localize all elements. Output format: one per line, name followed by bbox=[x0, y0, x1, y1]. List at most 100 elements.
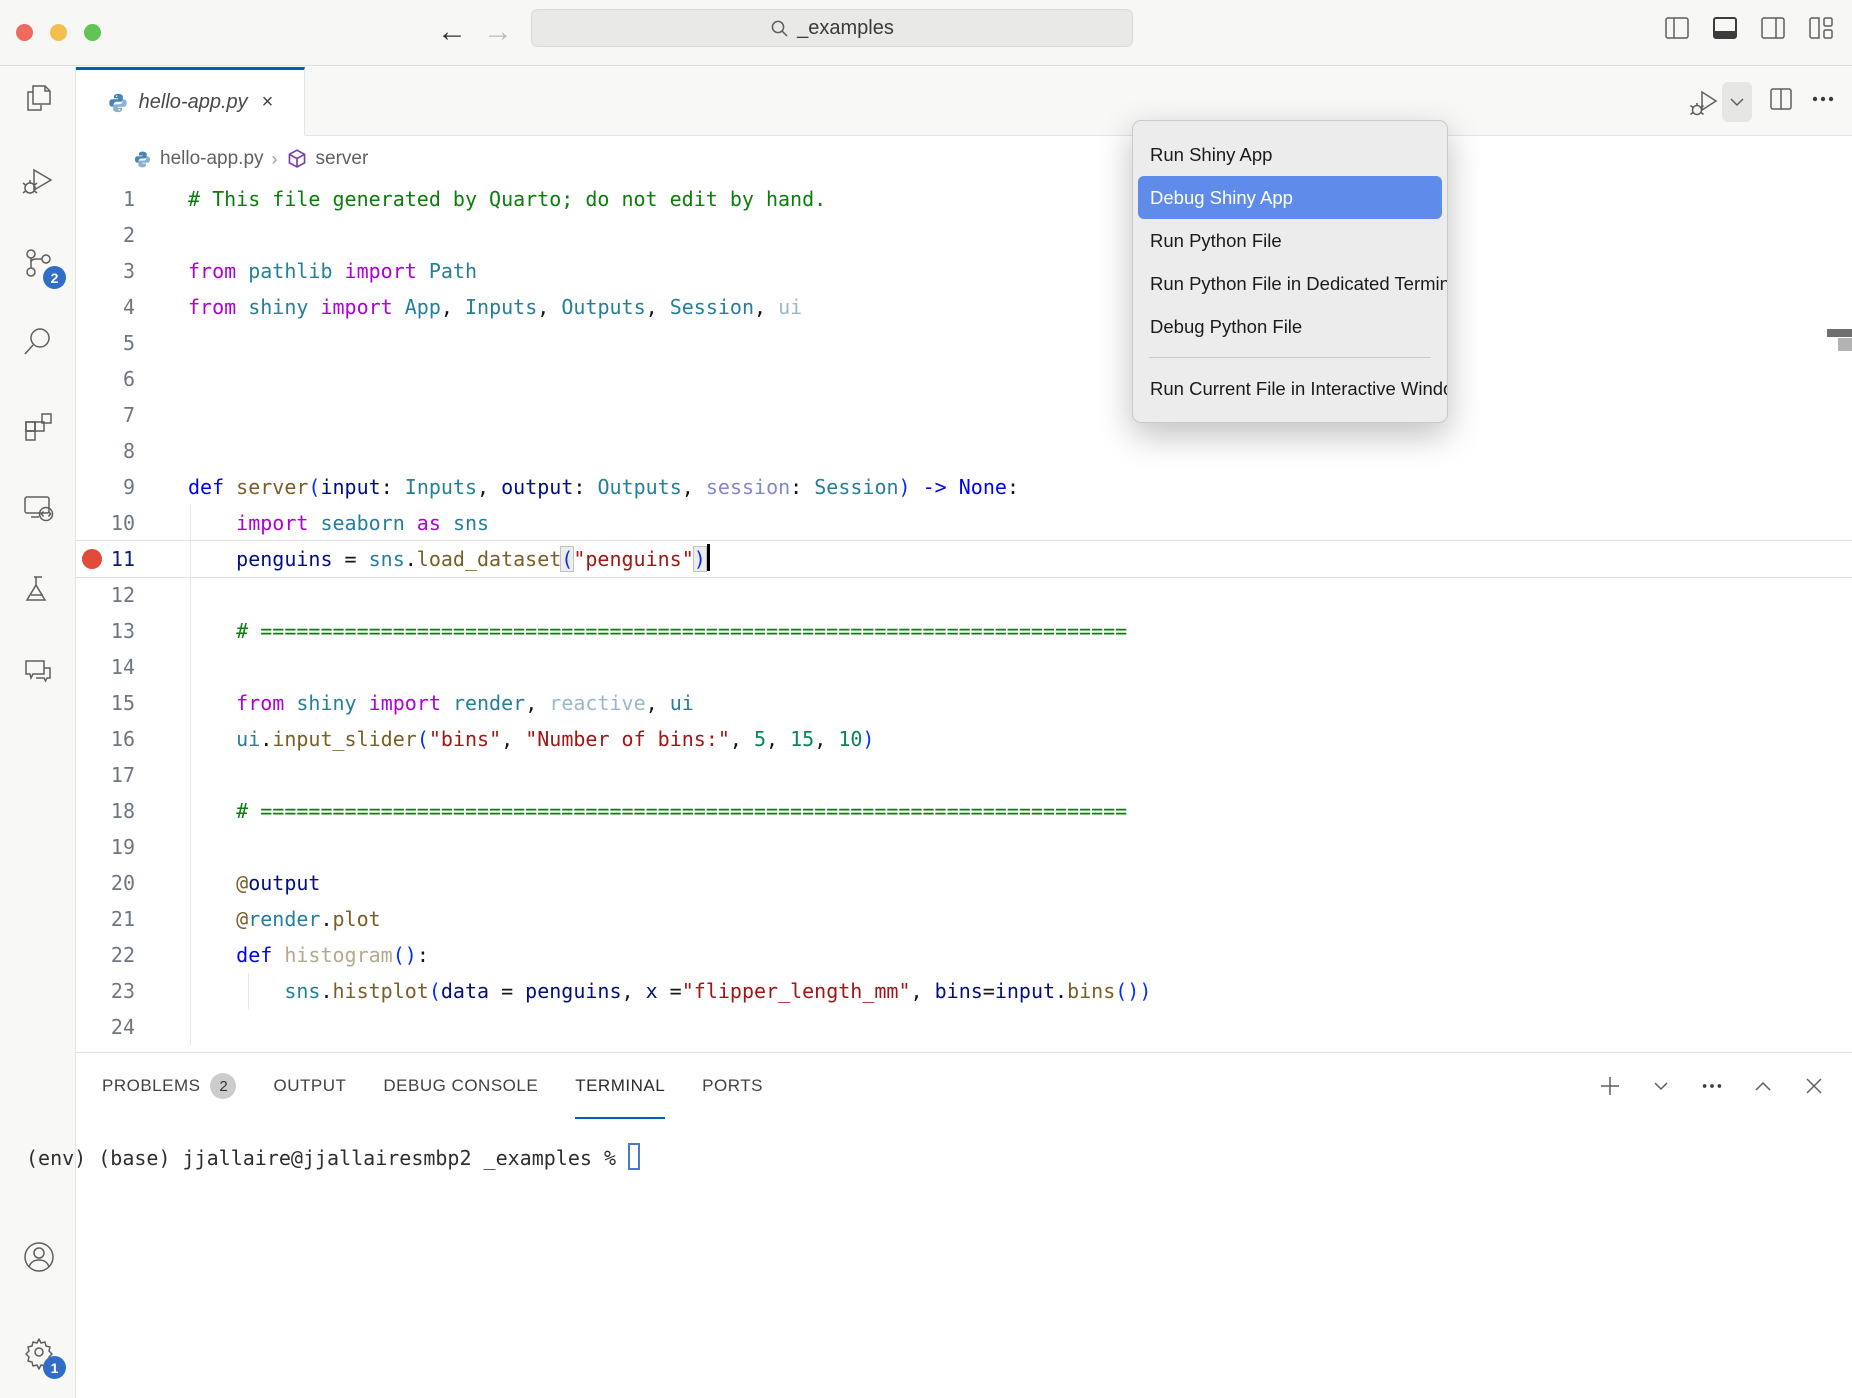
problems-count-badge: 2 bbox=[210, 1073, 236, 1099]
run-options-chevron-button[interactable] bbox=[1722, 82, 1752, 122]
code-text: # ======================================… bbox=[188, 613, 1127, 649]
code-line-9[interactable]: 9 def server(input: Inputs, output: Outpu… bbox=[76, 469, 1852, 505]
forward-arrow-button[interactable]: → bbox=[478, 10, 518, 54]
symbol-namespace-icon bbox=[286, 148, 308, 170]
code-line-17[interactable]: 17 bbox=[76, 757, 1852, 793]
code-line-2[interactable]: 2 bbox=[76, 217, 1852, 253]
indent-guide bbox=[248, 973, 249, 1009]
code-line-16[interactable]: 16 ui.input_slider("bins", "Number of bi… bbox=[76, 721, 1852, 757]
code-line-13[interactable]: 13 # ===================================… bbox=[76, 613, 1852, 649]
code-text: from shiny import App, Inputs, Outputs, … bbox=[188, 289, 802, 325]
panel-tab-terminal[interactable]: TERMINAL bbox=[575, 1053, 665, 1119]
search-sidebar-icon[interactable] bbox=[21, 325, 55, 359]
traffic-close-button[interactable] bbox=[16, 24, 33, 41]
code-line-19[interactable]: 19 bbox=[76, 829, 1852, 865]
command-center-search[interactable]: _examples bbox=[531, 9, 1133, 47]
comments-icon[interactable] bbox=[21, 655, 55, 689]
customize-layout-button[interactable] bbox=[1807, 14, 1834, 41]
code-line-5[interactable]: 5 bbox=[76, 325, 1852, 361]
toggle-panel-button[interactable] bbox=[1711, 14, 1738, 41]
terminal-cursor bbox=[628, 1143, 640, 1170]
panel-tab-problems[interactable]: PROBLEMS2 bbox=[102, 1053, 236, 1119]
line-number: 9 bbox=[76, 469, 135, 505]
testing-icon[interactable] bbox=[21, 572, 55, 606]
activity-bar: 2 1 bbox=[0, 67, 76, 1398]
menu-item-run-python-file[interactable]: Run Python File bbox=[1133, 219, 1447, 262]
debug-run-icon[interactable] bbox=[1688, 85, 1722, 119]
terminal-prompt[interactable]: (env) (base) jjallaire@jjallairesmbp2 _e… bbox=[26, 1143, 640, 1170]
back-arrow-button[interactable]: ← bbox=[432, 10, 472, 54]
line-number: 22 bbox=[76, 937, 135, 973]
source-control-badge: 2 bbox=[43, 266, 66, 289]
traffic-maximize-button[interactable] bbox=[84, 24, 101, 41]
settings-gear-icon[interactable]: 1 bbox=[21, 1334, 55, 1368]
code-line-12[interactable]: 12 bbox=[76, 577, 1852, 613]
code-line-14[interactable]: 14 bbox=[76, 649, 1852, 685]
close-panel-button[interactable] bbox=[1802, 1074, 1826, 1098]
panel-actions bbox=[1598, 1053, 1826, 1119]
remote-explorer-icon[interactable] bbox=[21, 491, 55, 525]
code-line-7[interactable]: 7 bbox=[76, 397, 1852, 433]
extensions-icon[interactable] bbox=[21, 408, 55, 442]
line-number: 23 bbox=[76, 973, 135, 1009]
code-line-15[interactable]: 15 from shiny import render, reactive, u… bbox=[76, 685, 1852, 721]
line-number: 17 bbox=[76, 757, 135, 793]
code-line-4[interactable]: 4from shiny import App, Inputs, Outputs,… bbox=[76, 289, 1852, 325]
code-line-24[interactable]: 24 bbox=[76, 1009, 1852, 1045]
code-line-20[interactable]: 20 @output bbox=[76, 865, 1852, 901]
code-text: ui.input_slider("bins", "Number of bins:… bbox=[188, 721, 874, 757]
code-line-18[interactable]: 18 # ===================================… bbox=[76, 793, 1852, 829]
menu-item-debug-python-file[interactable]: Debug Python File bbox=[1133, 305, 1447, 348]
menu-item-debug-shiny-app[interactable]: Debug Shiny App bbox=[1138, 176, 1442, 219]
explorer-icon[interactable] bbox=[21, 81, 55, 115]
breadcrumb-symbol[interactable]: server bbox=[316, 148, 369, 170]
traffic-minimize-button[interactable] bbox=[50, 24, 67, 41]
line-number: 12 bbox=[76, 577, 135, 613]
code-line-3[interactable]: 3from pathlib import Path bbox=[76, 253, 1852, 289]
menu-item-run-shiny-app[interactable]: Run Shiny App bbox=[1133, 133, 1447, 176]
breadcrumb-separator: › bbox=[272, 149, 278, 170]
line-number: 16 bbox=[76, 721, 135, 757]
breadcrumb-file[interactable]: hello-app.py bbox=[160, 148, 264, 170]
new-terminal-button[interactable] bbox=[1598, 1074, 1622, 1098]
panel-tab-debug-console[interactable]: DEBUG CONSOLE bbox=[383, 1053, 538, 1119]
panel-tab-output[interactable]: OUTPUT bbox=[273, 1053, 346, 1119]
breakpoint-icon[interactable] bbox=[82, 549, 102, 569]
code-text: from shiny import render, reactive, ui bbox=[188, 685, 694, 721]
code-line-21[interactable]: 21 @render.plot bbox=[76, 901, 1852, 937]
account-icon[interactable] bbox=[21, 1239, 55, 1273]
terminal-profile-chevron[interactable] bbox=[1649, 1074, 1673, 1098]
line-number: 5 bbox=[76, 325, 135, 361]
menu-item-run-python-file-in-dedicated-terminal[interactable]: Run Python File in Dedicated Terminal bbox=[1133, 262, 1447, 305]
toggle-secondary-sidebar-button[interactable] bbox=[1759, 14, 1786, 41]
line-number: 20 bbox=[76, 865, 135, 901]
tab-close-icon[interactable]: × bbox=[262, 91, 274, 114]
split-editor-button[interactable] bbox=[1768, 86, 1794, 117]
menu-separator bbox=[1149, 357, 1431, 358]
code-line-8[interactable]: 8 bbox=[76, 433, 1852, 469]
run-and-debug-icon[interactable] bbox=[21, 164, 55, 198]
maximize-panel-button[interactable] bbox=[1751, 1074, 1775, 1098]
toggle-primary-sidebar-button[interactable] bbox=[1663, 14, 1690, 41]
line-number: 13 bbox=[76, 613, 135, 649]
panel-tab-ports[interactable]: PORTS bbox=[702, 1053, 763, 1119]
tab-hello-app[interactable]: hello-app.py × bbox=[76, 67, 305, 136]
line-number: 1 bbox=[76, 181, 135, 217]
code-line-23[interactable]: 23 sns.histplot(data = penguins, x ="fli… bbox=[76, 973, 1852, 1009]
code-line-10[interactable]: 10 import seaborn as sns bbox=[76, 505, 1852, 541]
editor-toolbar bbox=[1688, 67, 1836, 136]
code-editor[interactable]: 1# This file generated by Quarto; do not… bbox=[76, 181, 1852, 1045]
panel-more-actions-button[interactable] bbox=[1700, 1074, 1724, 1098]
minimap-slider[interactable] bbox=[1827, 329, 1852, 337]
menu-item-run-current-file-in-interactive-window[interactable]: Run Current File in Interactive Window bbox=[1133, 367, 1447, 410]
code-line-1[interactable]: 1# This file generated by Quarto; do not… bbox=[76, 181, 1852, 217]
panel-tab-label: DEBUG CONSOLE bbox=[383, 1076, 538, 1096]
code-line-22[interactable]: 22 def histogram(): bbox=[76, 937, 1852, 973]
code-line-11[interactable]: 11 penguins = sns.load_dataset("penguins… bbox=[76, 541, 1852, 577]
code-text: def histogram(): bbox=[188, 937, 429, 973]
bottom-panel: PROBLEMS2 OUTPUT DEBUG CONSOLE TERMINAL PORT… bbox=[76, 1052, 1852, 1398]
code-line-6[interactable]: 6 bbox=[76, 361, 1852, 397]
editor-more-actions-button[interactable] bbox=[1810, 86, 1836, 117]
source-control-icon[interactable]: 2 bbox=[21, 246, 55, 280]
code-text: def server(input: Inputs, output: Output… bbox=[188, 469, 1019, 505]
